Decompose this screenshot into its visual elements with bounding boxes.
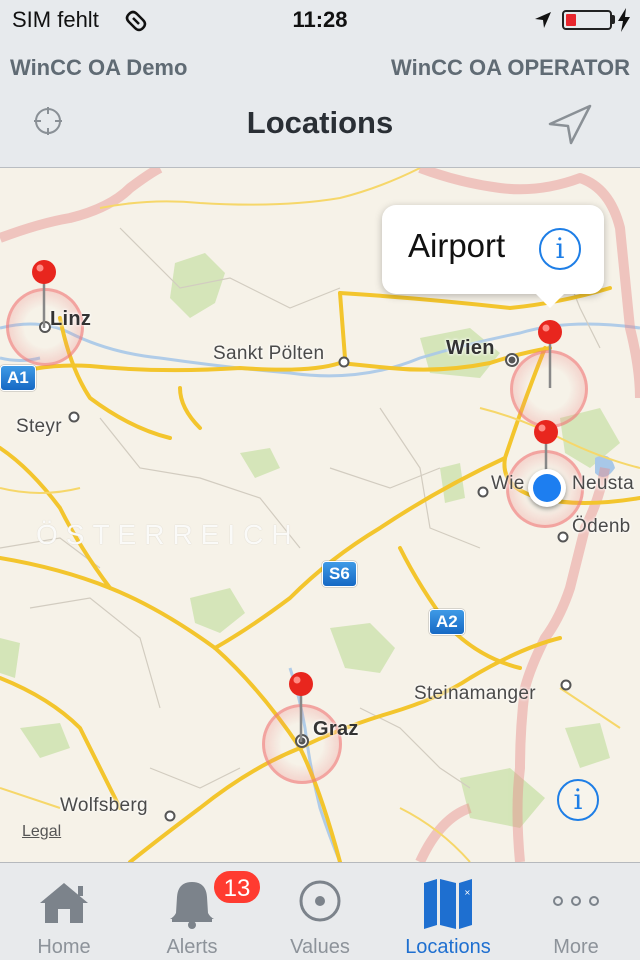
tab-home[interactable]: Home: [0, 863, 128, 960]
city-label-oedenburg: Ödenb: [572, 516, 631, 537]
city-label-sankt-poelten: Sankt Pölten: [213, 343, 325, 364]
app-screen: SIM fehlt 11:28 WinCC OA Demo WinCC OA O…: [0, 0, 640, 960]
user-role-label: WinCC OA OPERATOR: [391, 55, 630, 80]
map-pin-linz[interactable]: [29, 258, 59, 338]
info-icon[interactable]: i: [539, 228, 581, 270]
alerts-badge: 13: [212, 869, 262, 905]
city-label-wien: Wien: [446, 337, 495, 359]
top-bar: SIM fehlt 11:28 WinCC OA Demo WinCC OA O…: [0, 0, 640, 168]
city-label-wiener-neustadt: Wie: [491, 473, 525, 494]
road-shield-a2: A2: [429, 609, 465, 635]
battery-icon: [562, 10, 612, 30]
city-label-steinamanger: Steinamanger: [414, 683, 536, 704]
battery-tip: [612, 15, 615, 24]
tab-more[interactable]: More: [512, 863, 640, 960]
svg-text:×: ×: [464, 888, 471, 897]
tab-label: Home: [37, 936, 91, 958]
app-name-label: WinCC OA Demo: [10, 55, 188, 80]
tab-label: More: [553, 936, 599, 958]
tab-label: Locations: [405, 936, 491, 958]
pin-callout[interactable]: Airport i: [382, 205, 604, 308]
tab-locations[interactable]: × Locations: [384, 863, 512, 960]
legal-link[interactable]: Legal: [22, 823, 61, 841]
road-shield-a1: A1: [0, 365, 36, 391]
road-shield-s6: S6: [322, 561, 357, 587]
map-pin-airport[interactable]: [535, 318, 565, 398]
map-info-button[interactable]: i: [557, 779, 599, 821]
map-icon: ×: [424, 879, 472, 929]
country-label: ÖSTERREICH: [36, 519, 300, 550]
nav-bar: Locations: [0, 95, 640, 155]
city-label-graz: Graz: [313, 718, 359, 740]
page-title: Locations: [246, 105, 394, 140]
charging-bolt-icon: [618, 8, 630, 32]
callout-title: Airport: [408, 227, 506, 264]
city-label-wolfsberg: Wolfsberg: [60, 795, 148, 816]
tab-label: Alerts: [166, 936, 218, 958]
target-icon: [299, 880, 341, 922]
tab-bar: Home Alerts 13 Values × Locations More: [0, 862, 640, 960]
tab-label: Values: [290, 936, 350, 958]
map-view[interactable]: Linz Steyr Sankt Pölten Wien Wie Neusta …: [0, 168, 640, 862]
more-dots-icon: [553, 896, 599, 906]
city-label-steyr: Steyr: [16, 416, 62, 437]
map-pin-graz[interactable]: [286, 670, 316, 750]
status-bar: SIM fehlt 11:28: [0, 0, 640, 42]
user-location-marker: [528, 469, 566, 507]
location-arrow-icon: [535, 12, 551, 28]
location-arrow-icon[interactable]: [546, 103, 594, 145]
home-icon: [40, 883, 88, 923]
city-label-wiener-neustadt-tail: Neusta: [572, 473, 635, 494]
tab-values[interactable]: Values: [256, 863, 384, 960]
